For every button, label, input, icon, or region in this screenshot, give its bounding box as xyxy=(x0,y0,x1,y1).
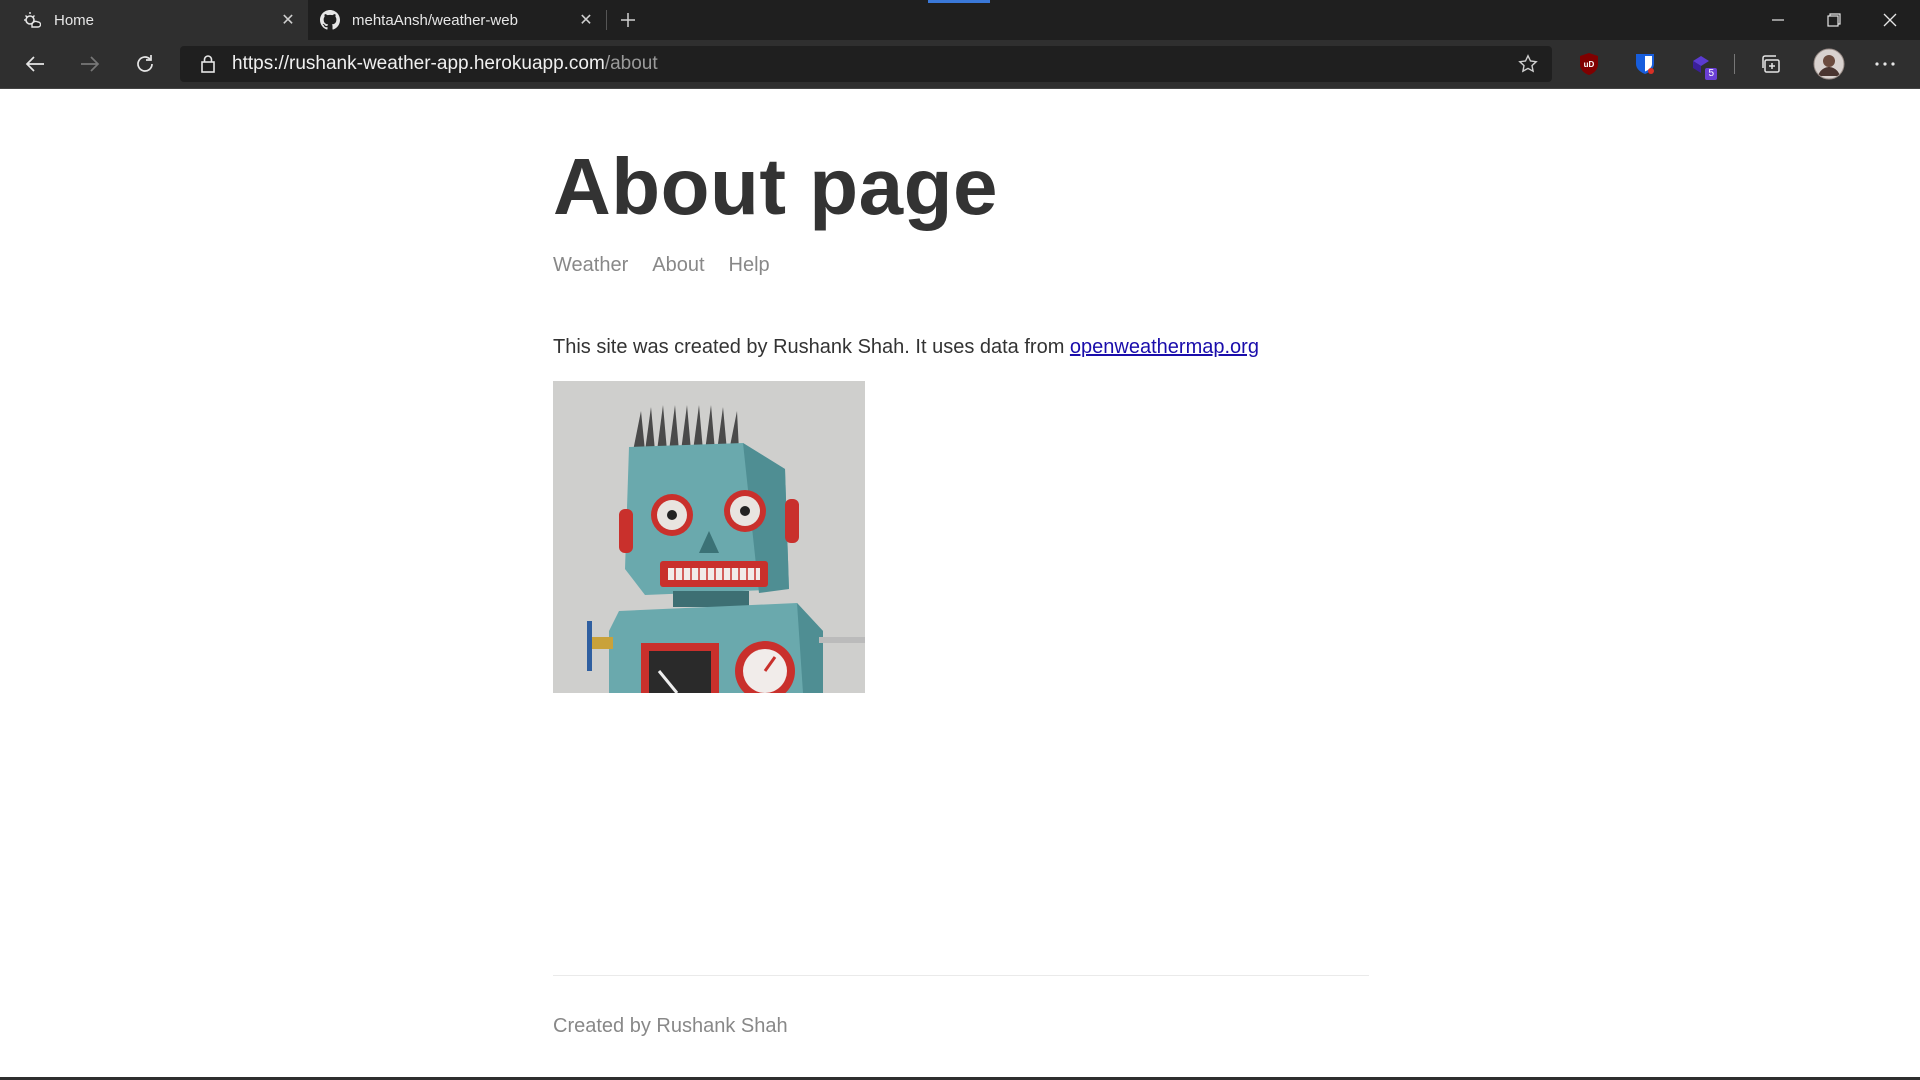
favorite-star-icon[interactable] xyxy=(1518,54,1538,74)
extension-icon[interactable]: 5 xyxy=(1687,50,1717,80)
more-options-icon[interactable] xyxy=(1871,50,1899,78)
arrow-right-icon xyxy=(81,56,100,72)
page-viewport: About page Weather About Help This site … xyxy=(0,89,1920,1077)
forward-button[interactable] xyxy=(72,46,108,82)
toolbar-separator xyxy=(1734,54,1735,74)
close-icon xyxy=(1883,13,1897,27)
url-text[interactable]: https://rushank-weather-app.herokuapp.co… xyxy=(232,53,658,75)
ublock-origin-icon[interactable]: uD xyxy=(1575,50,1603,78)
collections-icon[interactable] xyxy=(1757,50,1785,78)
close-tab-icon[interactable]: ✕ xyxy=(274,6,302,34)
arrow-left-icon xyxy=(25,56,44,72)
restore-button[interactable] xyxy=(1806,0,1862,40)
profile-avatar[interactable] xyxy=(1813,48,1845,80)
page-title: About page xyxy=(553,142,998,231)
plus-icon xyxy=(621,13,635,27)
footer-divider xyxy=(553,975,1369,976)
nav-link-weather[interactable]: Weather xyxy=(553,254,628,277)
browser-toolbar: https://rushank-weather-app.herokuapp.co… xyxy=(0,40,1920,88)
lock-icon[interactable] xyxy=(198,54,218,74)
tab-title: mehtaAnsh/weather-web xyxy=(352,11,518,29)
refresh-button[interactable] xyxy=(127,46,163,82)
tab-strip-accent xyxy=(928,0,990,3)
nav-link-about[interactable]: About xyxy=(652,254,704,277)
url-host: https://rushank-weather-app.herokuapp.co… xyxy=(232,53,605,74)
github-icon xyxy=(320,10,340,30)
url-path: /about xyxy=(604,53,658,74)
restore-icon xyxy=(1827,13,1841,27)
tab-bar: Home ✕ mehtaAnsh/weather-web ✕ xyxy=(0,0,1920,40)
about-text: This site was created by Rushank Shah. I… xyxy=(553,336,1070,358)
svg-text:uD: uD xyxy=(1584,60,1595,69)
minimize-icon xyxy=(1772,19,1784,21)
bitwarden-icon[interactable] xyxy=(1631,50,1659,78)
new-tab-button[interactable] xyxy=(614,6,642,34)
footer-text: Created by Rushank Shah xyxy=(553,1015,788,1037)
tab-home[interactable]: Home ✕ xyxy=(0,0,308,40)
tab-github[interactable]: mehtaAnsh/weather-web ✕ xyxy=(310,0,606,40)
site-nav: Weather About Help xyxy=(553,254,770,277)
address-bar[interactable]: https://rushank-weather-app.herokuapp.co… xyxy=(180,46,1552,82)
robot-image xyxy=(553,381,865,701)
extension-badge: 5 xyxy=(1705,68,1717,80)
weather-app-icon xyxy=(22,10,42,30)
about-paragraph: This site was created by Rushank Shah. I… xyxy=(553,336,1259,359)
nav-link-help[interactable]: Help xyxy=(729,254,770,277)
close-tab-icon[interactable]: ✕ xyxy=(572,6,600,34)
close-window-button[interactable] xyxy=(1862,0,1918,40)
refresh-icon xyxy=(137,55,153,72)
minimize-button[interactable] xyxy=(1750,0,1806,40)
openweathermap-link[interactable]: openweathermap.org xyxy=(1070,336,1259,358)
back-button[interactable] xyxy=(17,46,53,82)
tab-title: Home xyxy=(54,11,95,29)
tab-separator xyxy=(606,10,607,30)
